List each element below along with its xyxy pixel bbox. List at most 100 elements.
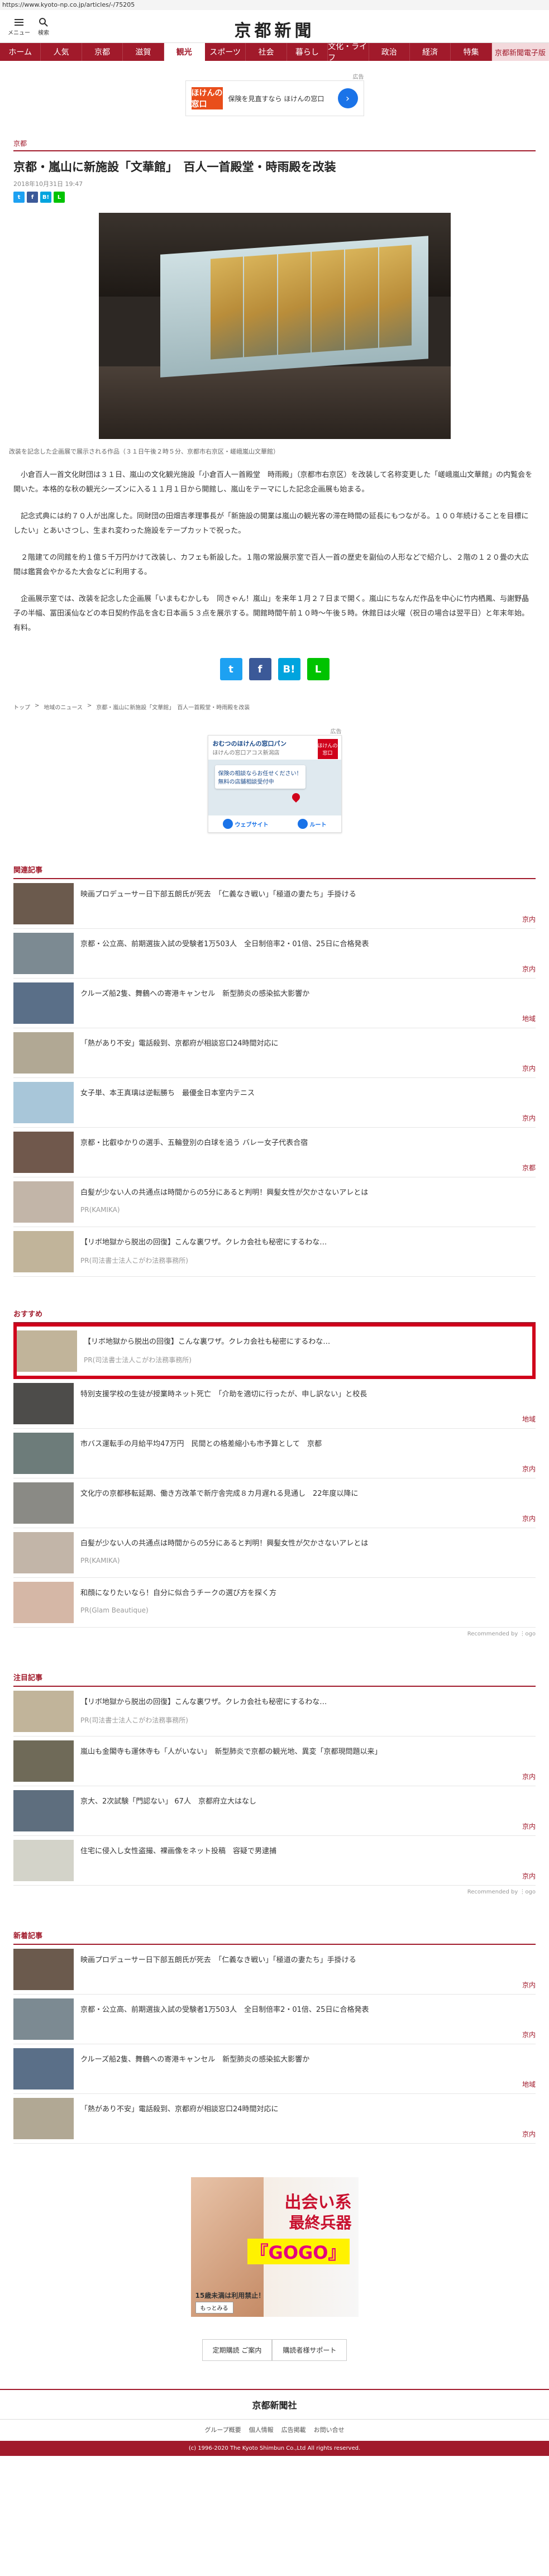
nav-item[interactable]: 人気	[41, 43, 82, 61]
list-item[interactable]: 特別支援学校の生徒が授業時ネット死亡 「介助を適切に行ったが、申し訳ない」と校長…	[13, 1379, 536, 1429]
list-item[interactable]: 【リボ地獄から脱出の回復】こんな裏ワザ。クレカ会社も秘密にするわな… PR(司法書…	[13, 1323, 536, 1379]
list-item-title[interactable]: 京都・公立高、前期選抜入試の受験者1万503人 全日制倍率2・01倍、25日に合…	[80, 2003, 536, 2014]
facebook-icon[interactable]: f	[249, 658, 271, 680]
nav-item[interactable]: スポーツ	[205, 43, 246, 61]
nav-item[interactable]: 特集	[451, 43, 492, 61]
list-item-title[interactable]: 「熱があり不安」電話殺到、京都府が相談窓口24時間対応に	[80, 2103, 536, 2114]
list-item-title[interactable]: 映画プロデューサー日下部五朗氏が死去 「仁義なき戦い」「極道の妻たち」手掛ける	[80, 888, 536, 899]
ad-more-button[interactable]: もっとみる	[195, 2302, 233, 2313]
list-item-title[interactable]: 京都・比叡ゆかりの選手、五輪登別の白球を追う バレー女子代表合宿	[80, 1137, 536, 1147]
site-logo[interactable]: 京都新聞	[0, 17, 549, 41]
subscription-link[interactable]: 定期購読 ご案内	[202, 2339, 273, 2361]
list-item[interactable]: 京大、2次試験「門認ない」 67人 京都府立大はなし京内	[13, 1786, 536, 1836]
list-item-title[interactable]: 【リボ地獄から脱出の回復】こんな裏ワザ。クレカ会社も秘密にするわな…	[80, 1236, 536, 1247]
footer-menu-item[interactable]: グループ概要	[204, 2425, 241, 2434]
thumbnail[interactable]	[13, 1949, 74, 1990]
category-label[interactable]: 京内	[522, 1821, 536, 1831]
map-ad-card[interactable]: おむつのほけんの窓口パン ほけんの窓口アコス新潟店 ほけんの窓口 保険の相談なら…	[207, 735, 342, 833]
list-item[interactable]: 【リボ地獄から脱出の回復】こんな裏ワザ。クレカ会社も秘密にするわな… PR(司法書…	[13, 1227, 536, 1277]
list-item[interactable]: 和顔になりたいなら！自分に似合うチークの選び方を探く方 PR(Glam Beaut…	[13, 1578, 536, 1628]
breadcrumb-item[interactable]: 地域のニュース	[44, 703, 83, 711]
list-item-title[interactable]: 【リボ地獄から脱出の回復】こんな裏ワザ。クレカ会社も秘密にするわな…	[84, 1335, 532, 1346]
category-label[interactable]: 京内	[522, 1464, 536, 1473]
thumbnail[interactable]	[13, 1840, 74, 1881]
map-ad-route-button[interactable]: ルート	[297, 819, 327, 829]
thumbnail[interactable]	[13, 1181, 74, 1223]
article-category[interactable]: 京都	[13, 139, 536, 151]
thumbnail[interactable]	[13, 1740, 74, 1782]
nav-item[interactable]: 滋賀	[123, 43, 164, 61]
category-label[interactable]: 京内	[522, 914, 536, 924]
category-label[interactable]: 地域	[522, 1414, 536, 1424]
thumbnail[interactable]	[13, 1132, 74, 1173]
list-item[interactable]: 白髪が少ない人の共通点は時間からの5分にあると判明！興髪女性が欠かさないアレとは…	[13, 1528, 536, 1578]
footer-menu-item[interactable]: 個人情報	[249, 2425, 274, 2434]
thumbnail[interactable]	[13, 1691, 74, 1732]
thumbnail[interactable]	[13, 1482, 74, 1524]
list-item-title[interactable]: クルーズ船2隻、舞鶴への寄港キャンセル 新型肺炎の感染拡大影響か	[80, 2053, 536, 2064]
top-ad[interactable]: 広告 ほけんの窓口 保険を見直すなら ほけんの窓口 ›	[185, 72, 364, 116]
list-item-title[interactable]: 「熱があり不安」電話殺到、京都府が相談窓口24時間対応に	[80, 1037, 536, 1048]
category-label[interactable]: 京都	[522, 1163, 536, 1172]
list-item-title[interactable]: 京大、2次試験「門認ない」 67人 京都府立大はなし	[80, 1795, 536, 1806]
twitter-icon[interactable]: t	[13, 192, 25, 203]
category-label[interactable]: 京内	[522, 964, 536, 974]
category-label[interactable]: 京内	[522, 1772, 536, 1781]
thumbnail[interactable]	[13, 1582, 74, 1623]
list-item[interactable]: 映画プロデューサー日下部五朗氏が死去 「仁義なき戦い」「極道の妻たち」手掛ける京…	[13, 879, 536, 929]
map-ad[interactable]: 広告 おむつのほけんの窓口パン ほけんの窓口アコス新潟店 ほけんの窓口 保険の相…	[207, 727, 342, 833]
list-item[interactable]: 【リボ地獄から脱出の回復】こんな裏ワザ。クレカ会社も秘密にするわな… PR(司法書…	[13, 1687, 536, 1737]
nav-item[interactable]: 文化・ライフ	[328, 42, 369, 63]
list-item[interactable]: 女子単、本王真璃は逆転勝ち 最優金日本室内テニス京内	[13, 1078, 536, 1128]
category-label[interactable]: 京内	[522, 2030, 536, 2039]
category-label[interactable]: 地域	[522, 2079, 536, 2089]
list-item[interactable]: 京都・比叡ゆかりの選手、五輪登別の白球を追う バレー女子代表合宿京都	[13, 1128, 536, 1177]
list-item[interactable]: 市バス運転手の月給平均47万円 民間との格差縮小も市予算として 京都京内	[13, 1429, 536, 1478]
list-item-title[interactable]: クルーズ船2隻、舞鶴への寄港キャンセル 新型肺炎の感染拡大影響か	[80, 988, 536, 998]
twitter-icon[interactable]: t	[219, 658, 242, 680]
thumbnail[interactable]	[13, 2048, 74, 2090]
list-item-title[interactable]: 市バス運転手の月給平均47万円 民間との格差縮小も市予算として 京都	[80, 1438, 536, 1448]
thumbnail[interactable]	[13, 1231, 74, 1272]
hatena-icon[interactable]: B!	[278, 658, 300, 680]
list-item[interactable]: 映画プロデューサー日下部五朗氏が死去 「仁義なき戦い」「極道の妻たち」手掛ける京…	[13, 1945, 536, 1995]
map-ad-map[interactable]: 保険の相談ならお任せください！無料の店舗相談受付中	[208, 760, 341, 815]
bottom-ad[interactable]: 出会い系 最終兵器 『GOGO』 15歳未満は利用禁止！ もっとみる	[190, 2177, 359, 2317]
list-item[interactable]: クルーズ船2隻、舞鶴への寄港キャンセル 新型肺炎の感染拡大影響か地域	[13, 2044, 536, 2094]
category-label[interactable]: 京内	[522, 1113, 536, 1123]
list-item[interactable]: 京都・公立高、前期選抜入試の受験者1万503人 全日制倍率2・01倍、25日に合…	[13, 929, 536, 979]
thumbnail[interactable]	[13, 1532, 74, 1573]
nav-cta-button[interactable]: 京都新聞電子版	[491, 43, 549, 61]
address-bar[interactable]: https://www.kyoto-np.co.jp/articles/-/75…	[0, 0, 549, 10]
line-icon[interactable]: L	[307, 658, 330, 680]
list-item-title[interactable]: 住宅に侵入し女性盗撮、裸画像をネット投稿 容疑で男逮捕	[80, 1845, 536, 1855]
thumbnail[interactable]	[13, 1790, 74, 1831]
footer-menu-item[interactable]: 広告掲載	[281, 2425, 306, 2434]
list-item-title[interactable]: 【リボ地獄から脱出の回復】こんな裏ワザ。クレカ会社も秘密にするわな…	[80, 1696, 536, 1706]
footer-menu-item[interactable]: お問い合せ	[314, 2425, 345, 2434]
list-item[interactable]: 嵐山も金閣寺も運休寺も「人がいない」 新型肺炎で京都の観光地、異変「京都現問題以…	[13, 1737, 536, 1786]
category-label[interactable]: 京内	[522, 2129, 536, 2139]
arrow-right-icon[interactable]: ›	[337, 88, 358, 108]
thumbnail[interactable]	[13, 1998, 74, 2040]
list-item[interactable]: 「熱があり不安」電話殺到、京都府が相談窓口24時間対応に京内	[13, 2094, 536, 2144]
list-item-title[interactable]: 白髪が少ない人の共通点は時間からの5分にあると判明！興髪女性が欠かさないアレとは	[80, 1537, 536, 1548]
nav-item[interactable]: 政治	[369, 43, 410, 61]
attention-byline[interactable]: Recommended by ⋮ogo	[13, 1886, 536, 1898]
category-label[interactable]: 京内	[522, 1871, 536, 1881]
nav-item[interactable]: ホーム	[0, 43, 41, 61]
list-item[interactable]: 「熱があり不安」電話殺到、京都府が相談窓口24時間対応に京内	[13, 1028, 536, 1078]
thumbnail[interactable]	[13, 2098, 74, 2139]
nav-item[interactable]: 暮らし	[287, 43, 328, 61]
facebook-icon[interactable]: f	[27, 192, 38, 203]
footer-logo[interactable]: 京都新聞社	[0, 2389, 549, 2411]
list-item[interactable]: クルーズ船2隻、舞鶴への寄港キャンセル 新型肺炎の感染拡大影響か 地域	[13, 979, 536, 1028]
thumbnail[interactable]	[13, 982, 74, 1024]
thumbnail[interactable]	[13, 1032, 74, 1074]
support-link[interactable]: 購読者様サポート	[272, 2339, 347, 2361]
list-item-title[interactable]: 映画プロデューサー日下部五朗氏が死去 「仁義なき戦い」「極道の妻たち」手掛ける	[80, 1954, 536, 1964]
category-label[interactable]: 京内	[522, 1063, 536, 1073]
nav-item[interactable]: 経済	[410, 43, 451, 61]
list-item-title[interactable]: 女子単、本王真璃は逆転勝ち 最優金日本室内テニス	[80, 1087, 536, 1098]
breadcrumb-item[interactable]: トップ	[13, 703, 30, 711]
